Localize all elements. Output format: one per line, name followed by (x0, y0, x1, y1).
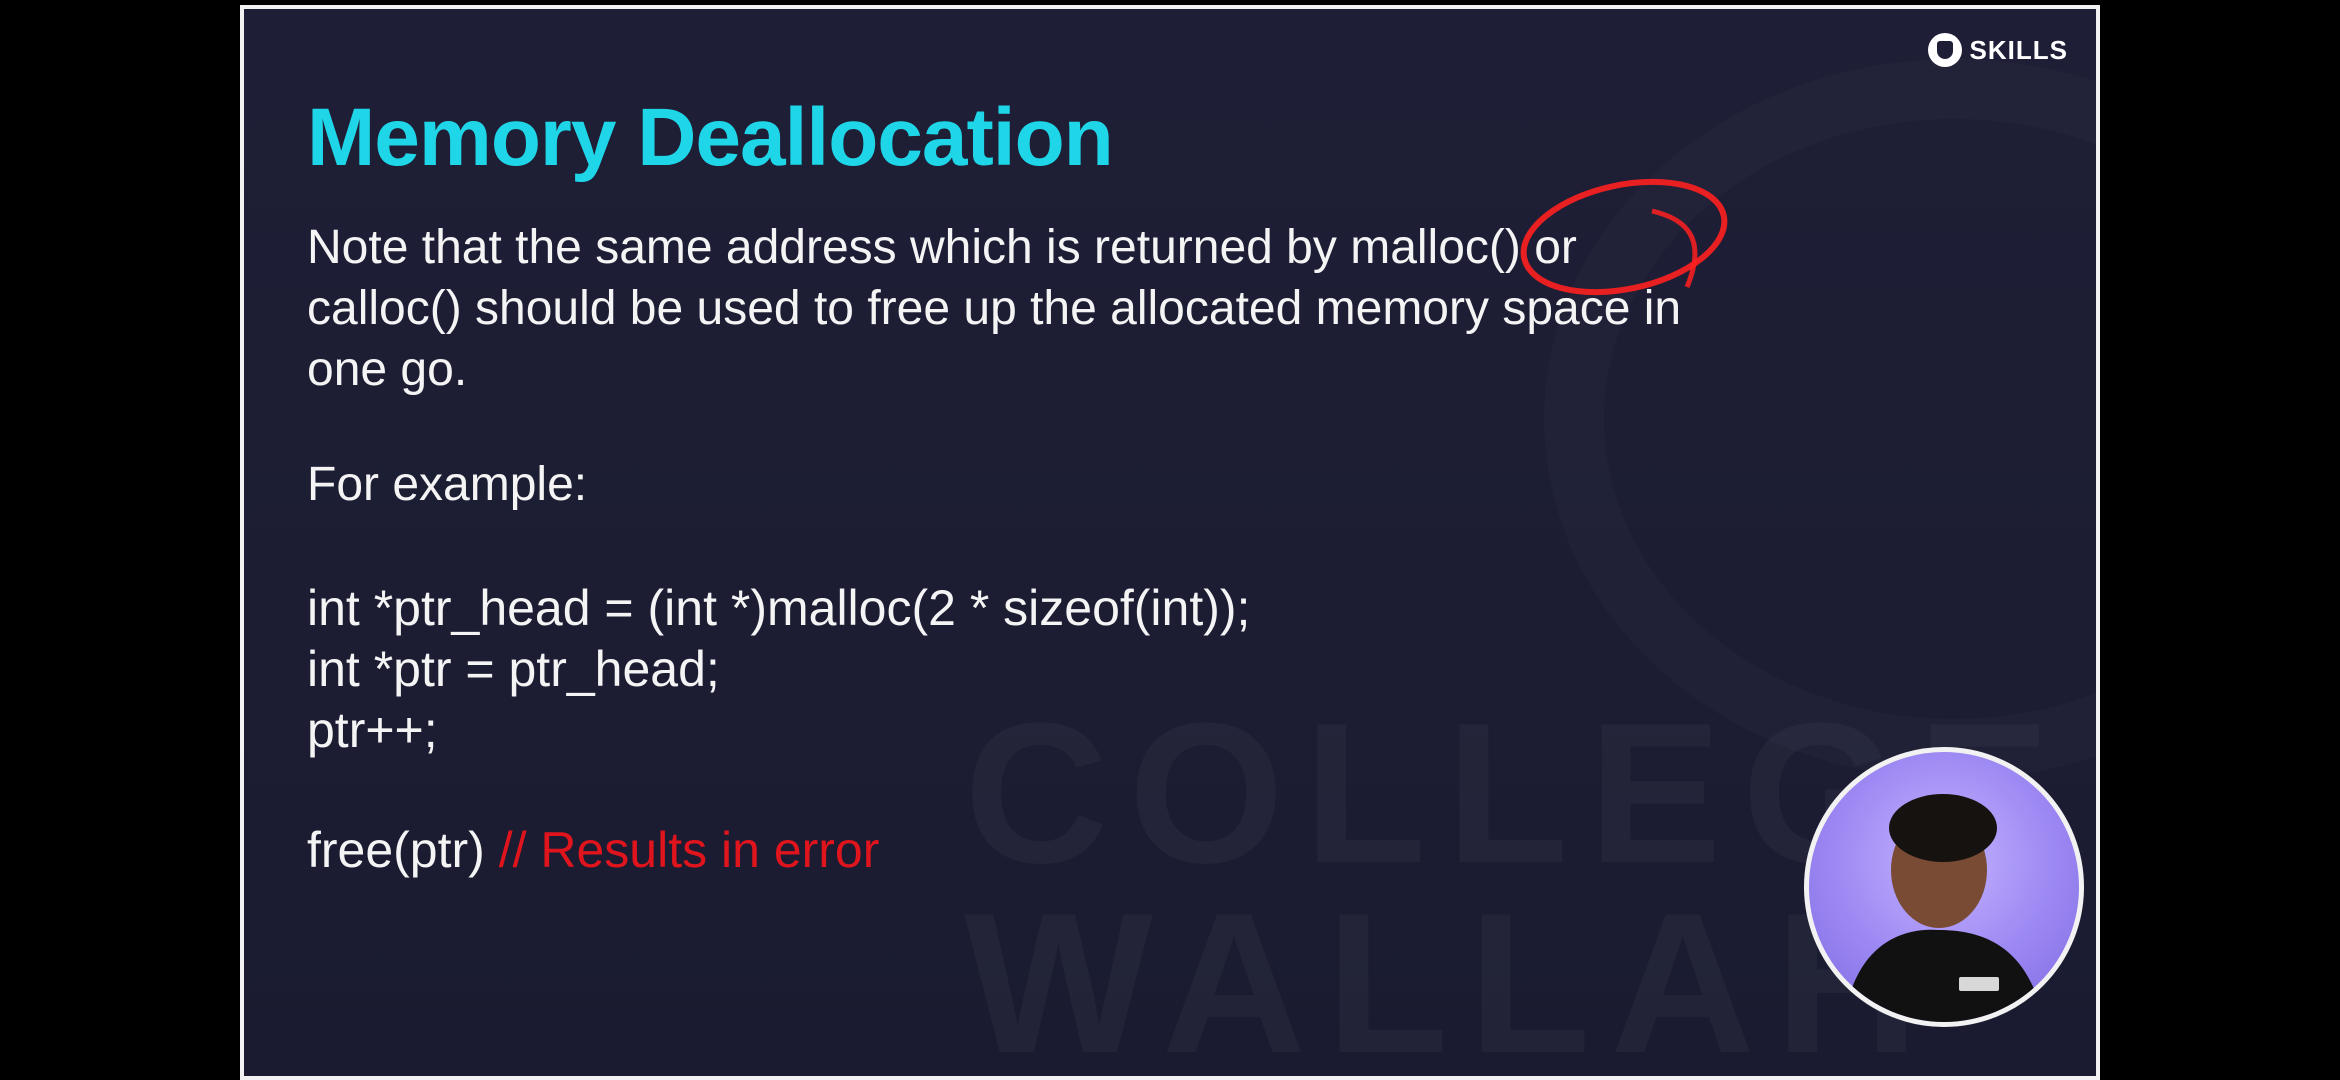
free-call-line: free(ptr) // Results in error (307, 821, 879, 879)
note-line-1: Note that the same address which is retu… (307, 221, 1577, 274)
free-call: free(ptr) (307, 822, 485, 878)
note-paragraph: Note that the same address which is retu… (307, 217, 1987, 400)
note-line-3: one go. (307, 343, 468, 396)
presenter-video-feed (1844, 794, 2044, 1022)
brand-name: SKILLS (1969, 34, 2068, 65)
skills-logo-icon (1927, 33, 1962, 67)
code-line-1: int *ptr_head = (int *)malloc(2 * sizeof… (307, 580, 1251, 636)
background-swoosh (1544, 59, 2096, 779)
example-label: For example: (307, 458, 588, 511)
brand-logo: SKILLS (1927, 33, 2068, 67)
error-comment: // Results in error (498, 822, 880, 878)
code-line-3: ptr++; (307, 702, 438, 758)
presenter-webcam (1804, 747, 2084, 1027)
note-line-2: calloc() should be used to free up the a… (307, 282, 1682, 335)
slide-title: Memory Deallocation (307, 92, 1114, 183)
code-line-2: int *ptr = ptr_head; (307, 641, 720, 697)
presentation-slide: COLLEGE WALLAH SKILLS Memory Deallocatio… (240, 5, 2100, 1080)
code-block: int *ptr_head = (int *)malloc(2 * sizeof… (307, 578, 1250, 761)
